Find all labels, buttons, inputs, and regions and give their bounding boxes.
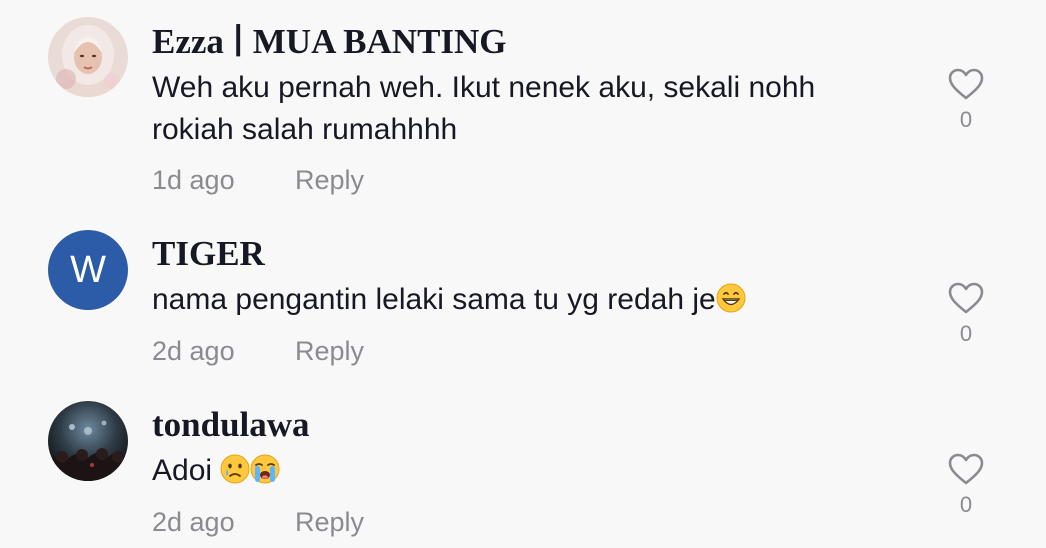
- crying-face-emoji: [220, 454, 250, 496]
- username[interactable]: tondulawa: [152, 405, 310, 445]
- like-count: 0: [959, 492, 973, 517]
- comment-meta: 2d ago Reply: [152, 506, 364, 538]
- comment-text: Adoi: [152, 450, 892, 496]
- avatar-photo-crowd-icon: [48, 401, 128, 481]
- loudly-crying-face-emoji: [250, 454, 280, 496]
- reply-button[interactable]: Reply: [295, 506, 364, 538]
- comment-item: tondulawa Adoi 2d ago Reply 0: [0, 0, 1046, 548]
- timestamp: 2d ago: [152, 507, 235, 537]
- heart-outline-icon[interactable]: [948, 453, 984, 485]
- like-control[interactable]: 0: [940, 453, 992, 517]
- avatar[interactable]: [48, 401, 128, 481]
- comment-text-content: Adoi: [152, 454, 221, 487]
